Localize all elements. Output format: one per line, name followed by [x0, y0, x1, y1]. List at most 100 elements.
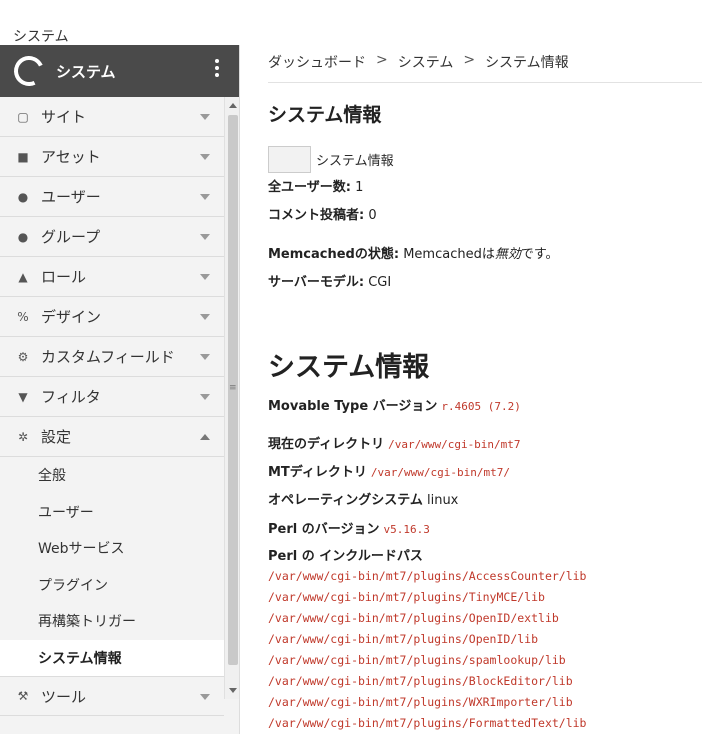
sidebar-item-label: ロール [41, 268, 87, 286]
sidebar-subitem[interactable]: 再構築トリガー [0, 603, 224, 640]
sidebar-subitem[interactable]: ユーザー [0, 493, 224, 530]
filter-icon: ▼ [18, 389, 28, 404]
mtdir-value: /var/www/cgi-bin/mt7/ [370, 466, 510, 479]
perl-include-label: Perl の インクルードパス [268, 549, 423, 564]
sidebar-item-label: フィルタ [41, 388, 101, 406]
perl-version-value: v5.16.3 [383, 523, 430, 536]
commenters-value: 0 [368, 208, 377, 223]
sidebar-item-asset[interactable]: ■ アセット [0, 137, 224, 177]
perl-version-row: Perl のバージョン v5.16.3 [268, 518, 430, 537]
system-info-toggle-button[interactable] [268, 146, 311, 173]
sidebar-title: システム [56, 62, 116, 81]
memcached-value-pre: Memcachedは [403, 247, 495, 262]
sidebar-scrollbar[interactable]: ≡ [224, 97, 239, 699]
sidebar-subitem[interactable]: プラグイン [0, 566, 224, 603]
mt-version-row: Movable Type バージョン r.4605 (7.2) [268, 395, 521, 414]
kebab-menu-icon[interactable] [215, 59, 219, 77]
role-icon: ▲ [18, 269, 28, 284]
window-title: システム [13, 29, 69, 45]
scroll-down-arrow-icon[interactable] [229, 688, 237, 693]
include-path: /var/www/cgi-bin/mt7/plugins/OpenID/lib [268, 632, 539, 646]
wrench-icon: ⚒ [17, 689, 29, 703]
include-path-list: /var/www/cgi-bin/mt7/plugins/AccessCount… [268, 569, 587, 734]
chevron-down-icon[interactable] [200, 314, 210, 320]
perl-version-label: Perl のバージョン [268, 522, 380, 537]
sidebar-item-custom-field[interactable]: ⚙ カスタムフィールド [0, 337, 224, 377]
chevron-down-icon[interactable] [200, 234, 210, 240]
server-model-value: CGI [368, 275, 392, 290]
chevron-down-icon[interactable] [200, 394, 210, 400]
design-icon: % [17, 309, 29, 324]
sidebar-item-label: カスタムフィールド [41, 348, 175, 366]
chevron-down-icon[interactable] [200, 354, 210, 360]
chevron-down-icon[interactable] [200, 694, 210, 700]
memcached-label: Memcachedの状態: [268, 247, 400, 262]
sidebar-header[interactable]: システム [0, 45, 239, 97]
sidebar-item-label: デザイン [41, 308, 102, 326]
sidebar-item-label: グループ [41, 228, 101, 246]
mt-version-value: r.4605 (7.2) [441, 400, 521, 413]
sidebar-subitem[interactable]: 全般 [0, 457, 224, 494]
total-users-value: 1 [355, 180, 364, 195]
include-path: /var/www/cgi-bin/mt7/plugins/OpenID/extl… [268, 611, 559, 625]
mtdir-label: MTディレクトリ [268, 465, 367, 480]
sidebar-item-user[interactable]: ● ユーザー [0, 177, 224, 217]
sidebar-item-label: ユーザー [41, 188, 101, 206]
sidebar-item-label: アセット [41, 148, 101, 166]
scrollbar-grip-icon: ≡ [229, 383, 237, 393]
group-icon: ● [17, 229, 29, 244]
include-path: /var/www/cgi-bin/mt7/plugins/TinyMCE/lib [268, 590, 545, 604]
include-path: /var/www/cgi-bin/mt7/plugins/spamlookup/… [268, 653, 566, 667]
include-path: /var/www/cgi-bin/mt7/plugins/BlockEditor… [268, 674, 573, 688]
os-label: オペレーティングシステム [268, 493, 423, 508]
sidebar: システム ▢ サイト ■ アセット ● ユーザー ● グループ ▲ ロール% デザイン ⚙ カスタムフィ… [0, 45, 240, 734]
sidebar-item-label: 設定 [41, 428, 72, 446]
gear-icon: ✲ [17, 429, 29, 444]
include-path: /var/www/cgi-bin/mt7/plugins/FormattedTe… [268, 716, 587, 730]
breadcrumb-item[interactable]: システム [398, 52, 454, 72]
user-icon: ● [17, 189, 29, 204]
sidebar-item-label: ツール [41, 687, 87, 706]
sidebar-item-role[interactable]: ▲ ロール [0, 257, 224, 297]
mtdir-row: MTディレクトリ/var/www/cgi-bin/mt7/ [268, 461, 510, 480]
system-info-toggle-label: システム情報 [316, 154, 394, 169]
chevron-down-icon[interactable] [200, 154, 210, 160]
sidebar-item-group[interactable]: ● グループ [0, 217, 224, 257]
cwd-row: 現在のディレクトリ/var/www/cgi-bin/mt7 [268, 433, 521, 452]
chevron-down-icon[interactable] [200, 194, 210, 200]
sidebar-subitem[interactable]: Webサービス [0, 530, 224, 567]
chevron-down-icon[interactable] [200, 274, 210, 280]
sidebar-subitem[interactable]: システム情報 [0, 639, 224, 676]
mt-version-label: Movable Type バージョン [268, 399, 438, 414]
sidebar-item-site[interactable]: ▢ サイト [0, 97, 224, 137]
sidebar-item-tools[interactable]: ⚒ ツール [0, 676, 224, 716]
asset-icon: ■ [17, 149, 29, 164]
custom-field-icon: ⚙ [17, 349, 29, 364]
os-row: オペレーティングシステム linux [268, 489, 458, 508]
page-title: システム情報 [268, 104, 382, 126]
sidebar-item-design[interactable]: % デザイン [0, 297, 224, 337]
sidebar-item-gear[interactable]: ✲ 設定 [0, 417, 224, 457]
perl-include-row: Perl の インクルードパス [268, 545, 423, 564]
os-value: linux [426, 493, 459, 508]
sidebar-item-filter[interactable]: ▼ フィルタ [0, 377, 224, 417]
section-heading: システム情報 [268, 352, 430, 383]
total-users-label: 全ユーザー数: [268, 180, 351, 195]
mt-logo-icon [9, 51, 49, 91]
cwd-value: /var/www/cgi-bin/mt7 [388, 438, 521, 451]
commenters-label: コメント投稿者: [268, 208, 365, 223]
memcached-value-post: です。 [520, 247, 559, 262]
chevron-down-icon[interactable] [200, 114, 210, 120]
chevron-up-icon[interactable] [200, 434, 210, 440]
sidebar-item-label: サイト [41, 108, 87, 126]
breadcrumb-item[interactable]: ダッシュボード [268, 52, 366, 72]
site-icon: ▢ [17, 109, 29, 124]
scroll-up-arrow-icon[interactable] [229, 103, 237, 108]
breadcrumb-item: システム情報 [485, 55, 569, 71]
include-path: /var/www/cgi-bin/mt7/plugins/AccessCount… [268, 569, 587, 583]
cwd-label: 現在のディレクトリ [268, 437, 385, 452]
server-model-label: サーバーモデル: [268, 275, 365, 290]
memcached-row: Memcachedの状態: Memcachedは無効です。 [268, 243, 559, 262]
server-model-row: サーバーモデル: CGI [268, 271, 391, 290]
include-path: /var/www/cgi-bin/mt7/plugins/WXRImporter… [268, 695, 573, 709]
